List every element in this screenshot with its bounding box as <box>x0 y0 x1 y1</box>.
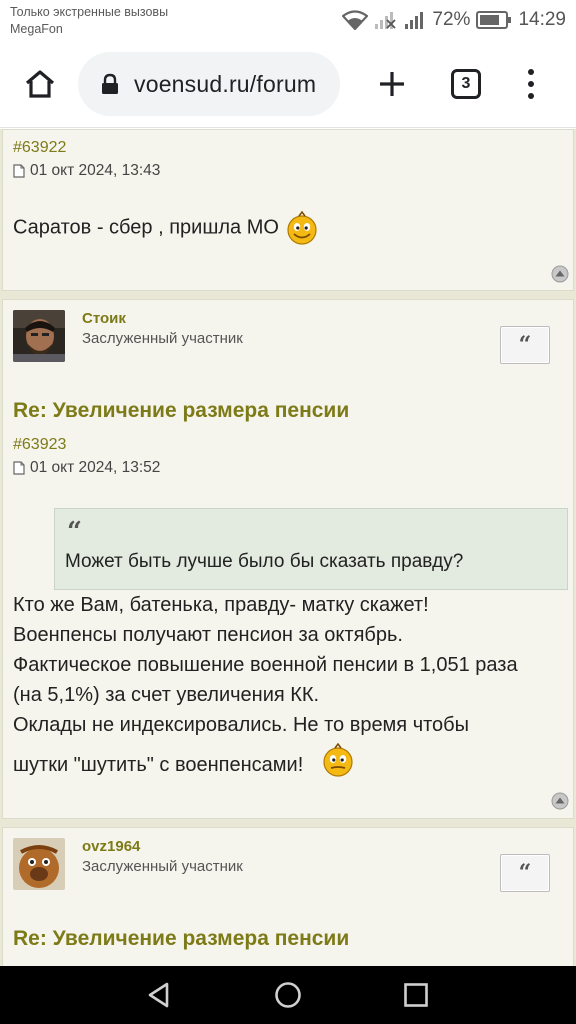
battery-percent: 72% <box>432 9 471 30</box>
status-bar: Только экстренные вызовы MegaFon 72% 14:… <box>0 0 576 40</box>
forum-content: #63922 01 окт 2024, 13:43 Саратов - сбер… <box>0 129 576 966</box>
clock: 14:29 <box>518 9 566 30</box>
address-bar[interactable]: voensud.ru/forum <box>78 52 340 116</box>
signal-sim1-icon <box>375 12 397 29</box>
menu-dot-icon <box>528 69 534 75</box>
post-body-line: Военпенсы получают пенсион за октябрь. <box>13 624 403 646</box>
back-triangle-icon <box>148 982 169 1008</box>
scroll-to-top-icon[interactable] <box>551 265 569 283</box>
home-icon <box>25 70 55 98</box>
quote-block: “ Может быть лучше было бы сказать правд… <box>54 508 568 590</box>
system-navigation-bar <box>0 966 576 1024</box>
forum-post: ovz1964 Заслуженный участник “ Re: Увели… <box>2 827 574 966</box>
document-icon[interactable] <box>13 461 25 475</box>
post-body-line: шутки "шутить" с военпенсами! <box>13 754 304 776</box>
wifi-icon <box>342 10 369 30</box>
status-icons: 72% 14:29 <box>342 8 566 32</box>
url-text: voensud.ru/forum <box>134 70 317 97</box>
user-rank: Заслуженный участник <box>82 858 243 875</box>
carrier-emergency-text: Только экстренные вызовы <box>10 5 169 19</box>
avatar-image <box>13 838 65 890</box>
post-body-line-wrap: шутки "шутить" с военпенсами! <box>13 742 518 780</box>
quote-button[interactable]: “ <box>500 854 550 892</box>
tab-switcher-button[interactable]: 3 <box>451 69 481 99</box>
avatar-image <box>13 310 65 362</box>
smiley-icon <box>323 742 353 777</box>
back-button[interactable] <box>144 980 174 1010</box>
post-title-link[interactable]: Re: Увеличение размера пенсии <box>13 927 349 951</box>
post-body: Кто же Вам, батенька, правду- матку скаж… <box>13 590 518 780</box>
menu-dot-icon <box>528 81 534 87</box>
menu-dot-icon <box>528 93 534 99</box>
post-body-line: Оклады не индексировались. Не то время ч… <box>13 714 470 736</box>
post-number-link[interactable]: #63922 <box>13 139 66 157</box>
username-link[interactable]: Стоик <box>82 310 126 327</box>
user-rank: Заслуженный участник <box>82 330 243 347</box>
post-date: 01 окт 2024, 13:43 <box>13 162 160 180</box>
post-body: Саратов - сбер , пришла МО <box>13 210 319 246</box>
forum-post: Стоик Заслуженный участник “ Re: Увеличе… <box>2 299 574 819</box>
post-body-line: Кто же Вам, батенька, правду- матку скаж… <box>13 594 429 616</box>
recents-square-icon <box>404 983 428 1007</box>
post-body-line: Саратов - сбер , пришла МО <box>13 216 279 239</box>
forum-post: #63922 01 окт 2024, 13:43 Саратов - сбер… <box>2 129 574 291</box>
post-date-text: 01 окт 2024, 13:52 <box>30 459 161 476</box>
plus-icon <box>380 72 404 96</box>
scroll-to-top-icon[interactable] <box>551 792 569 810</box>
quote-text: Может быть лучше было бы сказать правду? <box>65 551 464 572</box>
carrier-info: Только экстренные вызовы MegaFon <box>10 4 168 38</box>
recents-button[interactable] <box>401 980 431 1010</box>
avatar[interactable] <box>13 310 65 362</box>
post-body-line: Фактическое повышение военной пенсии в 1… <box>13 654 518 676</box>
post-number-link[interactable]: #63923 <box>13 436 66 454</box>
tab-count: 3 <box>461 75 471 92</box>
lock-icon <box>102 73 118 94</box>
carrier-name: MegaFon <box>10 22 63 36</box>
smiley-icon <box>286 210 317 245</box>
post-date: 01 окт 2024, 13:52 <box>13 459 160 477</box>
new-tab-button[interactable] <box>370 62 414 106</box>
document-icon[interactable] <box>13 164 25 178</box>
battery-icon <box>476 11 512 29</box>
post-date-text: 01 окт 2024, 13:43 <box>30 162 161 179</box>
browser-menu-button[interactable] <box>516 64 546 104</box>
home-circle-icon <box>275 982 301 1008</box>
avatar[interactable] <box>13 838 65 890</box>
home-nav-button[interactable] <box>273 980 303 1010</box>
quote-mark-icon: “ <box>67 517 82 547</box>
quote-button[interactable]: “ <box>500 326 550 364</box>
username-link[interactable]: ovz1964 <box>82 838 140 855</box>
post-title-link[interactable]: Re: Увеличение размера пенсии <box>13 399 349 423</box>
signal-sim2-icon <box>405 12 424 29</box>
browser-toolbar: voensud.ru/forum 3 <box>0 40 576 128</box>
home-button[interactable] <box>18 62 62 106</box>
post-body-line: (на 5,1%) за счет увеличения КК. <box>13 684 320 706</box>
